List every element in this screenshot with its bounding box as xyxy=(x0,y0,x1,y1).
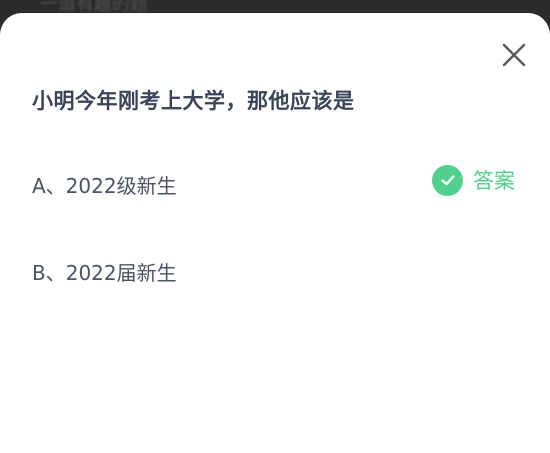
background-text: 一道有趣的题 xyxy=(40,0,148,14)
option-b[interactable]: B、2022届新生 xyxy=(32,257,177,286)
close-button[interactable] xyxy=(498,39,530,71)
question-text: 小明今年刚考上大学，那他应该是 xyxy=(32,89,355,113)
background-page-strip: 一道有趣的题 xyxy=(0,0,550,14)
option-a[interactable]: A、2022级新生 xyxy=(32,170,177,199)
question-dialog: 小明今年刚考上大学，那他应该是 A、2022级新生 答案 B、2022届新生 xyxy=(0,13,550,453)
check-icon xyxy=(432,164,463,196)
answer-label: 答案 xyxy=(473,169,515,193)
close-icon xyxy=(502,43,526,67)
answer-badge: 答案 xyxy=(432,164,515,196)
